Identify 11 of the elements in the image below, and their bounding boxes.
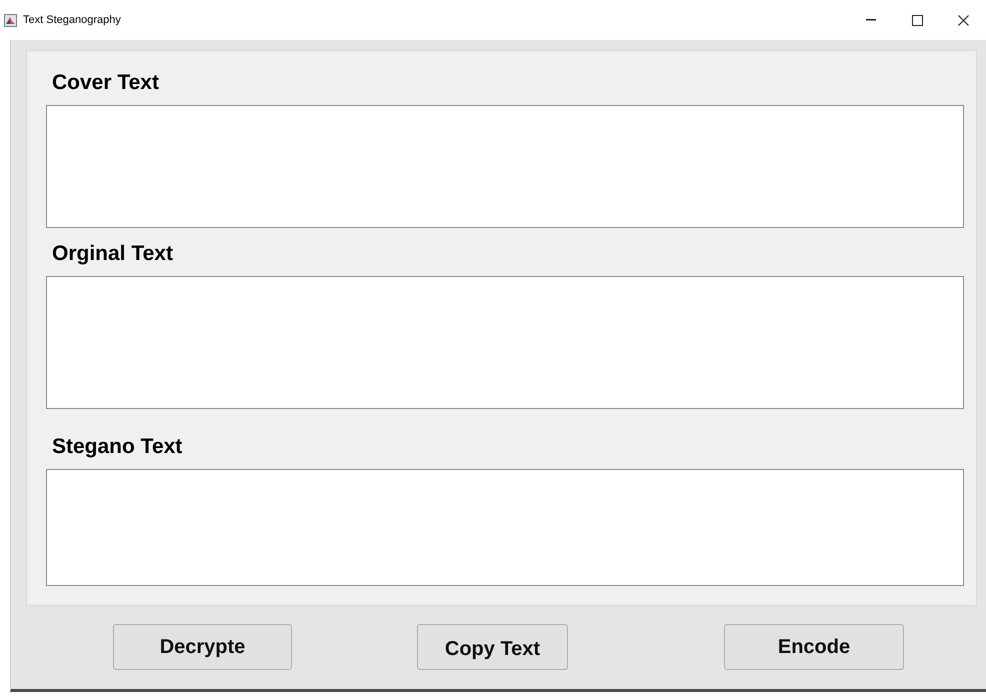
- action-button[interactable]: Copy Text: [417, 624, 568, 670]
- maximize-icon[interactable]: [912, 14, 922, 26]
- action-button[interactable]: Decrypte: [113, 624, 292, 670]
- app-icon: [4, 14, 17, 26]
- section-label: Stegano Text: [52, 435, 182, 459]
- minimize-icon[interactable]: [866, 19, 876, 21]
- section-label: Cover Text: [52, 71, 159, 95]
- section-label: Orginal Text: [52, 242, 173, 266]
- action-button[interactable]: Encode: [724, 624, 904, 670]
- close-icon[interactable]: [958, 14, 968, 26]
- window-title: Text Steganography: [23, 14, 122, 26]
